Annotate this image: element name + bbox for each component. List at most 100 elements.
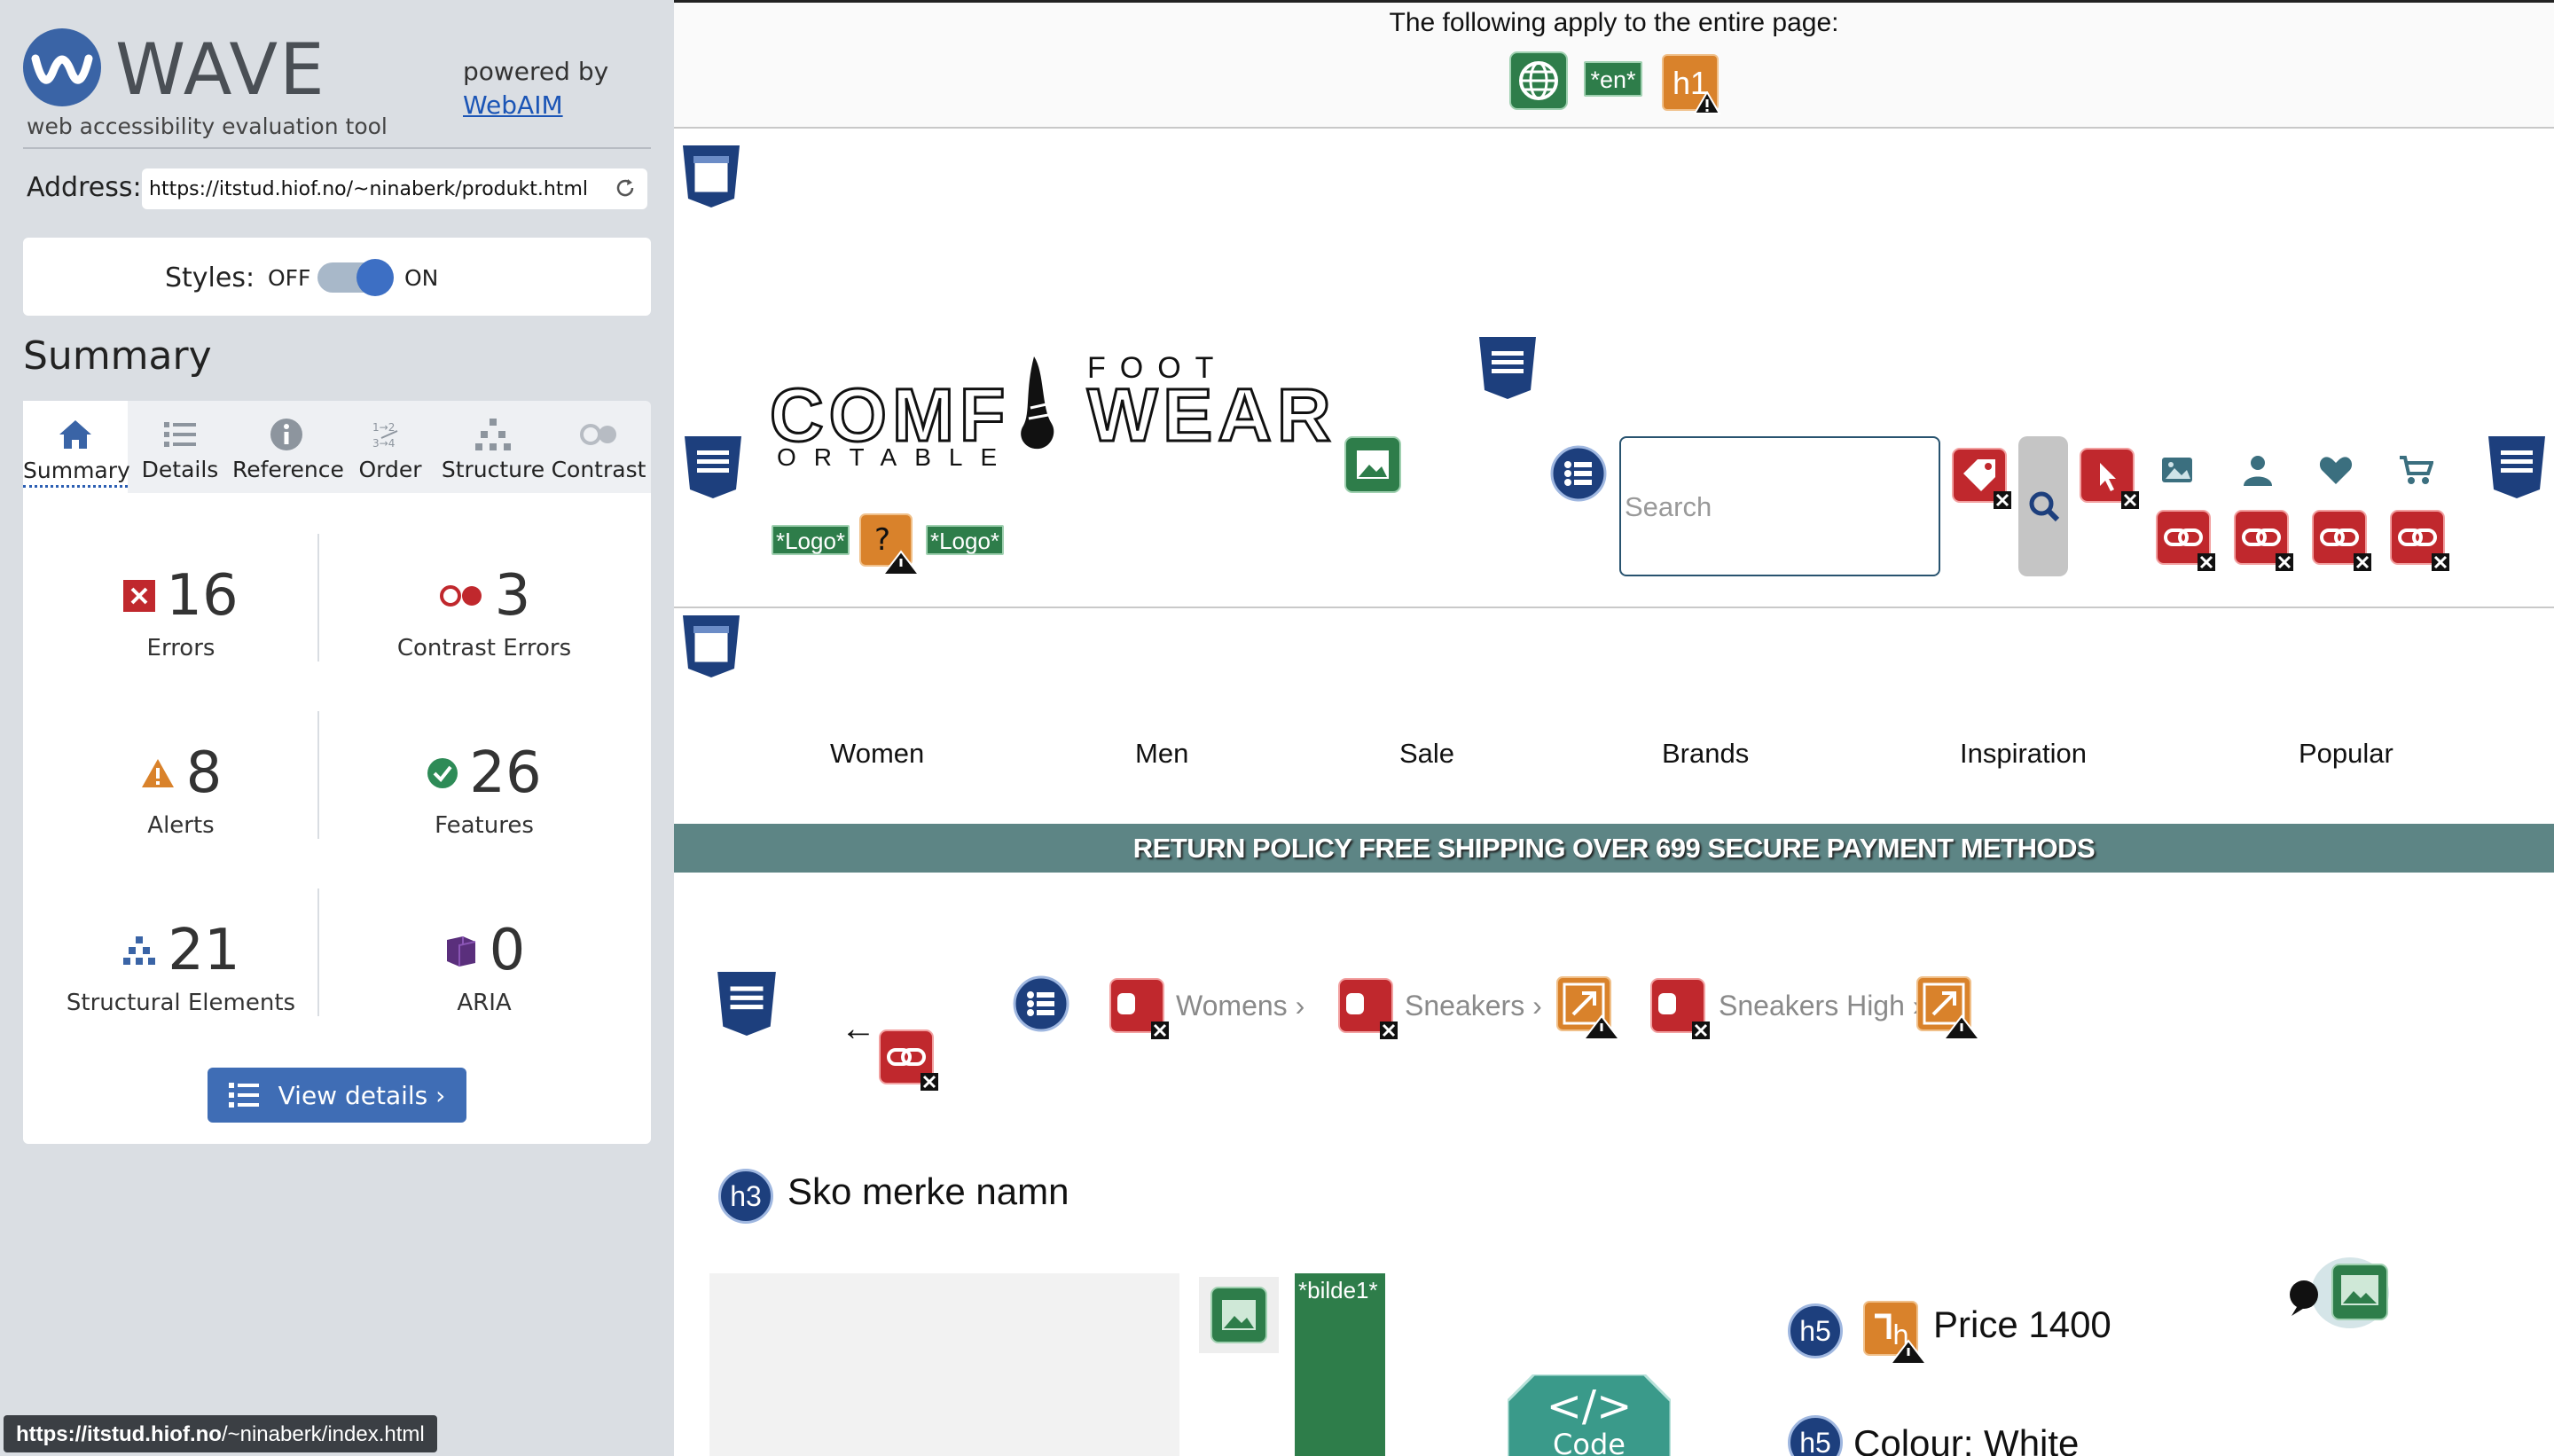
h3-badge[interactable]: h3 [718, 1169, 773, 1224]
tab-order[interactable]: 1→2 3→4 Order [341, 401, 440, 493]
breadcrumb-womens[interactable]: Womens › [1176, 990, 1304, 1022]
nav-women[interactable]: Women [830, 738, 924, 770]
reload-icon[interactable] [614, 176, 637, 200]
linked-image-icon[interactable] [1344, 436, 1401, 493]
powered-by: powered by WebAIM [463, 55, 608, 122]
alert-triangle-icon [1694, 91, 1720, 114]
cart-icon[interactable] [2398, 454, 2433, 486]
contrast-errors-label: Contrast Errors [396, 635, 572, 661]
styles-off-label: OFF [268, 265, 311, 291]
summary-heading: Summary [23, 333, 212, 379]
error-icon[interactable] [1649, 977, 1712, 1039]
logo-alt-badge[interactable]: *Logo* [926, 525, 1004, 555]
stat-structural[interactable]: 21 Structural Elements [48, 918, 314, 1016]
webaim-link[interactable]: WebAIM [463, 89, 608, 122]
breadcrumb-sneakers[interactable]: Sneakers › [1405, 990, 1542, 1022]
svg-text:?: ? [874, 522, 890, 558]
lang-en-badge[interactable]: *en* [1584, 61, 1642, 97]
stat-features[interactable]: 26 Features [351, 740, 617, 839]
tab-structure[interactable]: Structure [440, 401, 546, 493]
image-icon[interactable] [2160, 454, 2196, 486]
redundant-link-alert-icon[interactable] [1916, 975, 1981, 1041]
tab-contrast[interactable]: Contrast [546, 401, 651, 493]
error-icon[interactable] [1109, 977, 1171, 1039]
empty-button-error-icon[interactable] [2079, 447, 2141, 509]
product-price: Price 1400 [1933, 1303, 2111, 1345]
language-globe-icon[interactable] [1509, 51, 1568, 110]
figure-caption-icon[interactable] [2288, 1256, 2393, 1330]
tab-details[interactable]: Details [128, 401, 232, 493]
nav-men[interactable]: Men [1135, 738, 1188, 770]
empty-link-error-icon[interactable] [2389, 509, 2451, 571]
section-region-icon[interactable] [681, 144, 741, 209]
header-region-icon[interactable] [683, 434, 743, 500]
errors-count: 16 [166, 563, 239, 629]
header-region-icon[interactable] [1477, 335, 1538, 401]
styles-toggle[interactable] [317, 259, 394, 296]
contrast-errors-count: 3 [494, 563, 531, 629]
empty-link-error-icon[interactable] [2155, 509, 2217, 571]
breadcrumb-label: Sneakers [1405, 990, 1525, 1022]
error-icon[interactable] [1337, 977, 1399, 1039]
stat-contrast-errors[interactable]: 3 Contrast Errors [351, 563, 617, 661]
h5-badge[interactable]: h5 [1788, 1415, 1843, 1456]
stat-alerts[interactable]: 8 Alerts [48, 740, 314, 839]
h5-badge[interactable]: h5 [1788, 1303, 1843, 1358]
code-label: Code [1553, 1428, 1626, 1456]
search-input[interactable]: Search [1619, 436, 1940, 576]
nav-brands[interactable]: Brands [1662, 738, 1749, 770]
unordered-list-icon[interactable] [1550, 445, 1607, 502]
structure-icon [475, 419, 511, 450]
nav-popular[interactable]: Popular [2299, 738, 2393, 770]
info-icon [270, 419, 302, 450]
empty-link-error-icon[interactable] [2233, 509, 2295, 571]
tab-reference[interactable]: Reference [232, 401, 344, 493]
bilde-alt-badge[interactable]: *bilde1* [1295, 1273, 1385, 1456]
nav-inspiration[interactable]: Inspiration [1960, 738, 2087, 770]
address-value: https://itstud.hiof.no/~ninaberk/produkt… [149, 177, 589, 200]
product-heading: Sko merke namn [787, 1170, 1069, 1212]
address-input[interactable]: https://itstud.hiof.no/~ninaberk/produkt… [142, 168, 647, 209]
logo-wear: WEAR [1086, 372, 1336, 458]
back-arrow-icon[interactable]: ← [841, 1009, 876, 1049]
breadcrumb-sneakers-high[interactable]: Sneakers High › [1719, 990, 1922, 1022]
search-button[interactable] [2018, 436, 2068, 576]
wave-subtitle: web accessibility evaluation tool [27, 114, 388, 139]
product-colour: Colour: White [1853, 1422, 2080, 1456]
page-level-icons-bar: The following apply to the entire page: … [674, 3, 2554, 129]
nav-region-icon[interactable] [681, 614, 741, 679]
empty-link-error-icon[interactable] [878, 1029, 940, 1091]
tab-reference-label: Reference [232, 457, 344, 482]
divider [317, 711, 319, 839]
empty-link-error-icon[interactable] [2311, 509, 2373, 571]
error-icon [123, 580, 156, 612]
user-icon[interactable] [2240, 452, 2276, 488]
aria-icon [446, 936, 475, 967]
chevron-right-icon: › [1295, 990, 1305, 1022]
status-url-host: https://itstud.hiof.no [16, 1422, 222, 1446]
missing-label-error-icon[interactable] [1951, 447, 2013, 509]
suspicious-alt-alert-icon[interactable]: ? [858, 513, 922, 576]
tab-contrast-label: Contrast [551, 457, 646, 482]
tab-summary[interactable]: Summary [23, 401, 130, 493]
view-details-button[interactable]: View details › [208, 1068, 466, 1123]
stat-aria[interactable]: 0 ARIA [351, 918, 617, 1016]
header-region-icon[interactable] [2487, 434, 2547, 500]
wave-logo-icon [23, 28, 101, 106]
unordered-list-icon[interactable] [1013, 975, 1069, 1032]
heart-icon[interactable] [2318, 454, 2354, 486]
address-label: Address: [27, 172, 142, 203]
skipped-heading-alert-icon[interactable]: h [1862, 1300, 1928, 1366]
image-alt-icon[interactable] [1199, 1277, 1279, 1353]
nav-region-icon[interactable] [715, 970, 779, 1037]
structure-icon [123, 936, 156, 965]
code-element-icon[interactable]: </>Code [1508, 1374, 1671, 1456]
nav-sale[interactable]: Sale [1399, 738, 1454, 770]
aria-count: 0 [489, 918, 526, 983]
feature-check-icon [427, 758, 458, 788]
logo-alt-badge[interactable]: *Logo* [772, 525, 850, 555]
promo-banner: RETURN POLICY FREE SHIPPING OVER 699 SEC… [674, 824, 2554, 873]
redundant-link-alert-icon[interactable] [1555, 975, 1621, 1041]
search-icon [2029, 491, 2060, 522]
stat-errors[interactable]: 16 Errors [48, 563, 314, 661]
